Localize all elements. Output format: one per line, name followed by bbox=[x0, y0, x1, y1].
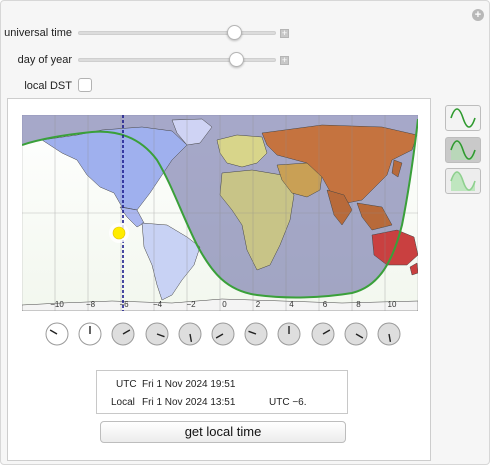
universal-time-label: universal time bbox=[4, 27, 72, 39]
longitude-tick: −10 bbox=[50, 300, 64, 309]
longitude-tick: −2 bbox=[186, 300, 196, 309]
world-map[interactable] bbox=[22, 115, 418, 311]
sine-wave-filled-icon bbox=[450, 171, 476, 191]
day-of-year-expand-icon[interactable]: + bbox=[280, 56, 289, 65]
sine-mode-button-3[interactable] bbox=[445, 168, 481, 194]
clock-icon bbox=[311, 322, 335, 346]
sine-mode-button-1[interactable] bbox=[445, 105, 481, 131]
sun-marker bbox=[109, 223, 129, 243]
local-value: Fri 1 Nov 2024 13:51 bbox=[142, 397, 236, 408]
clock-icon bbox=[211, 322, 235, 346]
get-local-time-button[interactable]: get local time bbox=[100, 421, 346, 443]
clock-icon bbox=[145, 322, 169, 346]
local-dst-label: local DST bbox=[24, 80, 72, 92]
longitude-tick: −4 bbox=[152, 300, 163, 309]
local-dst-checkbox[interactable] bbox=[78, 78, 92, 92]
longitude-tick: 6 bbox=[322, 300, 328, 309]
clock-icon bbox=[78, 322, 102, 346]
longitude-tick: 0 bbox=[222, 300, 227, 309]
longitude-tick: 2 bbox=[255, 300, 261, 309]
clock-icon bbox=[111, 322, 135, 346]
longitude-tick: 8 bbox=[356, 300, 361, 309]
utc-label: UTC bbox=[116, 379, 137, 390]
universal-time-slider[interactable] bbox=[78, 31, 276, 35]
utc-value: Fri 1 Nov 2024 19:51 bbox=[142, 379, 236, 390]
longitude-tick: 10 bbox=[387, 300, 397, 309]
clock-icon bbox=[45, 322, 69, 346]
universal-time-expand-icon[interactable]: + bbox=[280, 29, 289, 38]
day-of-year-slider[interactable] bbox=[78, 58, 276, 62]
longitude-tick: 4 bbox=[289, 300, 294, 309]
time-readout: UTC Fri 1 Nov 2024 19:51 Local Fri 1 Nov… bbox=[96, 370, 348, 414]
longitude-tick: −6 bbox=[119, 300, 129, 309]
sine-wave-icon bbox=[450, 108, 476, 128]
local-label: Local bbox=[111, 397, 135, 408]
day-of-year-slider-thumb[interactable] bbox=[229, 52, 244, 67]
sine-mode-button-2[interactable] bbox=[445, 137, 481, 163]
clock-icon bbox=[377, 322, 401, 346]
universal-time-slider-thumb[interactable] bbox=[227, 25, 242, 40]
clock-icon bbox=[277, 322, 301, 346]
clock-icon bbox=[244, 322, 268, 346]
utc-offset: UTC −6. bbox=[269, 397, 307, 408]
longitude-tick: −8 bbox=[85, 300, 96, 309]
clock-icon bbox=[344, 322, 368, 346]
expand-icon[interactable]: + bbox=[472, 9, 484, 21]
clock-icon bbox=[178, 322, 202, 346]
day-of-year-label: day of year bbox=[17, 54, 72, 66]
sine-wave-shaded-icon bbox=[450, 140, 476, 160]
